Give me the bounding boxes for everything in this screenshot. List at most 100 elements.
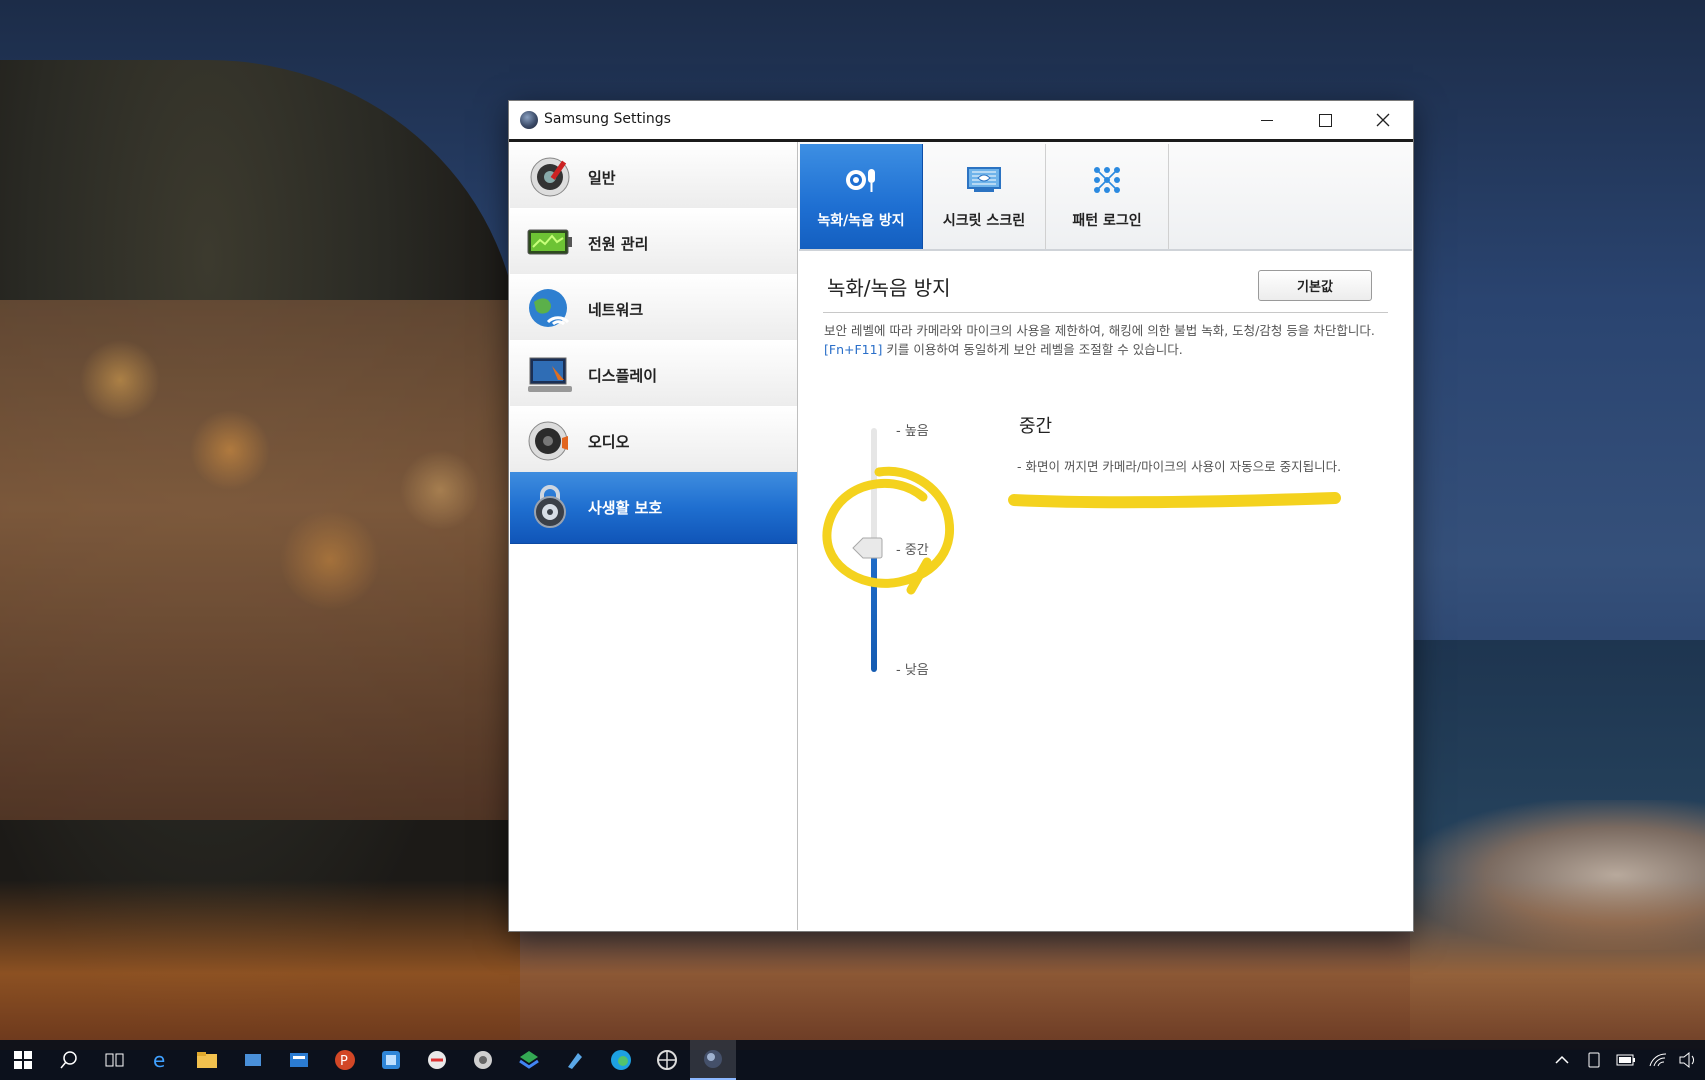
edge-icon [611, 1050, 631, 1070]
sidebar-item-label: 디스플레이 [588, 367, 658, 385]
app-icon [382, 1051, 400, 1069]
wifi-icon [1649, 1053, 1667, 1067]
ie-icon: e [153, 1049, 165, 1071]
chevron-up-icon [1555, 1055, 1569, 1064]
tablet-icon [1588, 1052, 1600, 1068]
lock-icon [534, 485, 566, 528]
slider-thumb[interactable] [851, 536, 883, 560]
app-icon [568, 1053, 582, 1069]
speaker-icon [528, 421, 568, 461]
tab-label: 패턴 로그인 [1072, 213, 1142, 229]
taskbar-explorer[interactable] [184, 1040, 230, 1080]
samsung-settings-icon [704, 1050, 722, 1068]
secret-screen-icon [967, 167, 1001, 192]
description-text: 키를 이용하여 동일하게 보안 레벨을 조절할 수 있습니다. [882, 342, 1183, 357]
sidebar-item-display[interactable]: 디스플레이 [510, 340, 797, 412]
taskbar-app[interactable] [276, 1040, 322, 1080]
taskbar-app[interactable] [506, 1040, 552, 1080]
section-divider [823, 312, 1388, 313]
tray-tablet[interactable] [1580, 1040, 1608, 1080]
taskbar: e P [0, 1040, 1705, 1080]
close-icon [1376, 113, 1390, 127]
wallpaper-town [0, 300, 520, 820]
maximize-icon [1318, 113, 1332, 127]
file-explorer-icon [197, 1052, 217, 1068]
slider-label-high: - 높음 [896, 424, 929, 439]
svg-text:P: P [340, 1054, 348, 1069]
search-icon [60, 1051, 77, 1069]
sidebar: 일반 전원 관리 네트워크 디스플레이 오디오 사생활 보호 [510, 142, 798, 930]
camera-mic-icon [846, 169, 875, 192]
tray-wifi[interactable] [1644, 1040, 1672, 1080]
slider-label-mid: - 중간 [896, 543, 929, 558]
battery-icon [1616, 1054, 1635, 1066]
powerpoint-icon: P [335, 1050, 355, 1070]
tray-volume[interactable] [1674, 1040, 1702, 1080]
close-button[interactable] [1354, 101, 1412, 139]
tray-chevron[interactable] [1548, 1040, 1576, 1080]
task-view-icon [105, 1053, 124, 1067]
minimize-icon [1261, 119, 1273, 121]
maximize-button[interactable] [1296, 101, 1354, 139]
samsung-settings-icon [520, 111, 538, 129]
tab-label: 시크릿 스크린 [942, 213, 1026, 229]
sidebar-item-label: 일반 [588, 169, 616, 187]
sidebar-item-label: 네트워크 [588, 301, 644, 319]
tab-label: 녹화/녹음 방지 [817, 213, 905, 229]
taskbar-ie[interactable]: e [138, 1040, 184, 1080]
content-pane: 녹화/녹음 방지 시크릿 스크린 패턴 로그인 녹화/녹음 방지 기본값 보안 … [799, 142, 1412, 930]
start-button[interactable] [0, 1040, 46, 1080]
pattern-grid-icon [1094, 167, 1120, 193]
sidebar-item-label: 전원 관리 [588, 235, 649, 253]
window-title: Samsung Settings [544, 111, 671, 127]
volume-icon [1679, 1052, 1694, 1068]
taskbar-app[interactable] [230, 1040, 276, 1080]
taskbar-app[interactable] [644, 1040, 690, 1080]
section-description: 보안 레벨에 따라 카메라와 마이크의 사용을 제한하여, 해킹에 의한 불법 … [824, 321, 1384, 359]
sidebar-item-power[interactable]: 전원 관리 [510, 208, 797, 280]
tab-bar: 녹화/녹음 방지 시크릿 스크린 패턴 로그인 [799, 142, 1412, 251]
taskbar-app[interactable] [460, 1040, 506, 1080]
description-text: 보안 레벨에 따라 카메라와 마이크의 사용을 제한하여, 해킹에 의한 불법 … [824, 323, 1375, 338]
battery-icon [527, 229, 572, 255]
sidebar-item-audio[interactable]: 오디오 [510, 406, 797, 478]
speaker-gear-icon [530, 157, 570, 197]
taskbar-samsung-settings[interactable] [690, 1040, 736, 1080]
search-button[interactable] [46, 1040, 92, 1080]
level-description: - 화면이 꺼지면 카메라/마이크의 사용이 자동으로 중지됩니다. [1017, 459, 1342, 474]
taskbar-edge[interactable] [598, 1040, 644, 1080]
app-icon [428, 1051, 446, 1069]
sidebar-item-privacy[interactable]: 사생활 보호 [510, 472, 797, 544]
title-bar[interactable]: Samsung Settings [509, 101, 1413, 142]
yellow-annotation-marks [822, 466, 1341, 595]
app-icon [245, 1054, 261, 1066]
app-icon [290, 1053, 308, 1067]
default-button[interactable]: 기본값 [1258, 270, 1372, 301]
task-view-button[interactable] [92, 1040, 138, 1080]
svg-text:e: e [153, 1049, 165, 1071]
samsung-settings-window: Samsung Settings 일반 전원 관리 네트워크 디스플레이 오디오… [509, 101, 1413, 931]
slider-label-low: - 낮음 [896, 663, 929, 678]
hotkey-text: [Fn+F11] [824, 342, 883, 357]
sidebar-item-network[interactable]: 네트워크 [510, 274, 797, 346]
minimize-button[interactable] [1238, 101, 1296, 139]
windows-start-icon [14, 1051, 32, 1069]
app-icon [519, 1051, 539, 1069]
tab-secret-screen[interactable]: 시크릿 스크린 [923, 144, 1046, 249]
app-icon [474, 1051, 492, 1069]
app-icon [657, 1050, 677, 1070]
taskbar-app[interactable] [368, 1040, 414, 1080]
level-title: 중간 [1019, 416, 1053, 437]
section-title: 녹화/녹음 방지 [827, 276, 951, 300]
tray-battery[interactable] [1612, 1040, 1640, 1080]
taskbar-app[interactable] [414, 1040, 460, 1080]
taskbar-powerpoint[interactable]: P [322, 1040, 368, 1080]
taskbar-app[interactable] [552, 1040, 598, 1080]
globe-wifi-icon [529, 289, 570, 327]
monitor-icon [528, 357, 572, 392]
sidebar-item-label: 사생활 보호 [588, 499, 663, 517]
tab-recording-prevention[interactable]: 녹화/녹음 방지 [800, 144, 923, 249]
sidebar-item-general[interactable]: 일반 [510, 142, 797, 214]
sidebar-item-label: 오디오 [588, 433, 630, 451]
tab-pattern-login[interactable]: 패턴 로그인 [1046, 144, 1169, 249]
